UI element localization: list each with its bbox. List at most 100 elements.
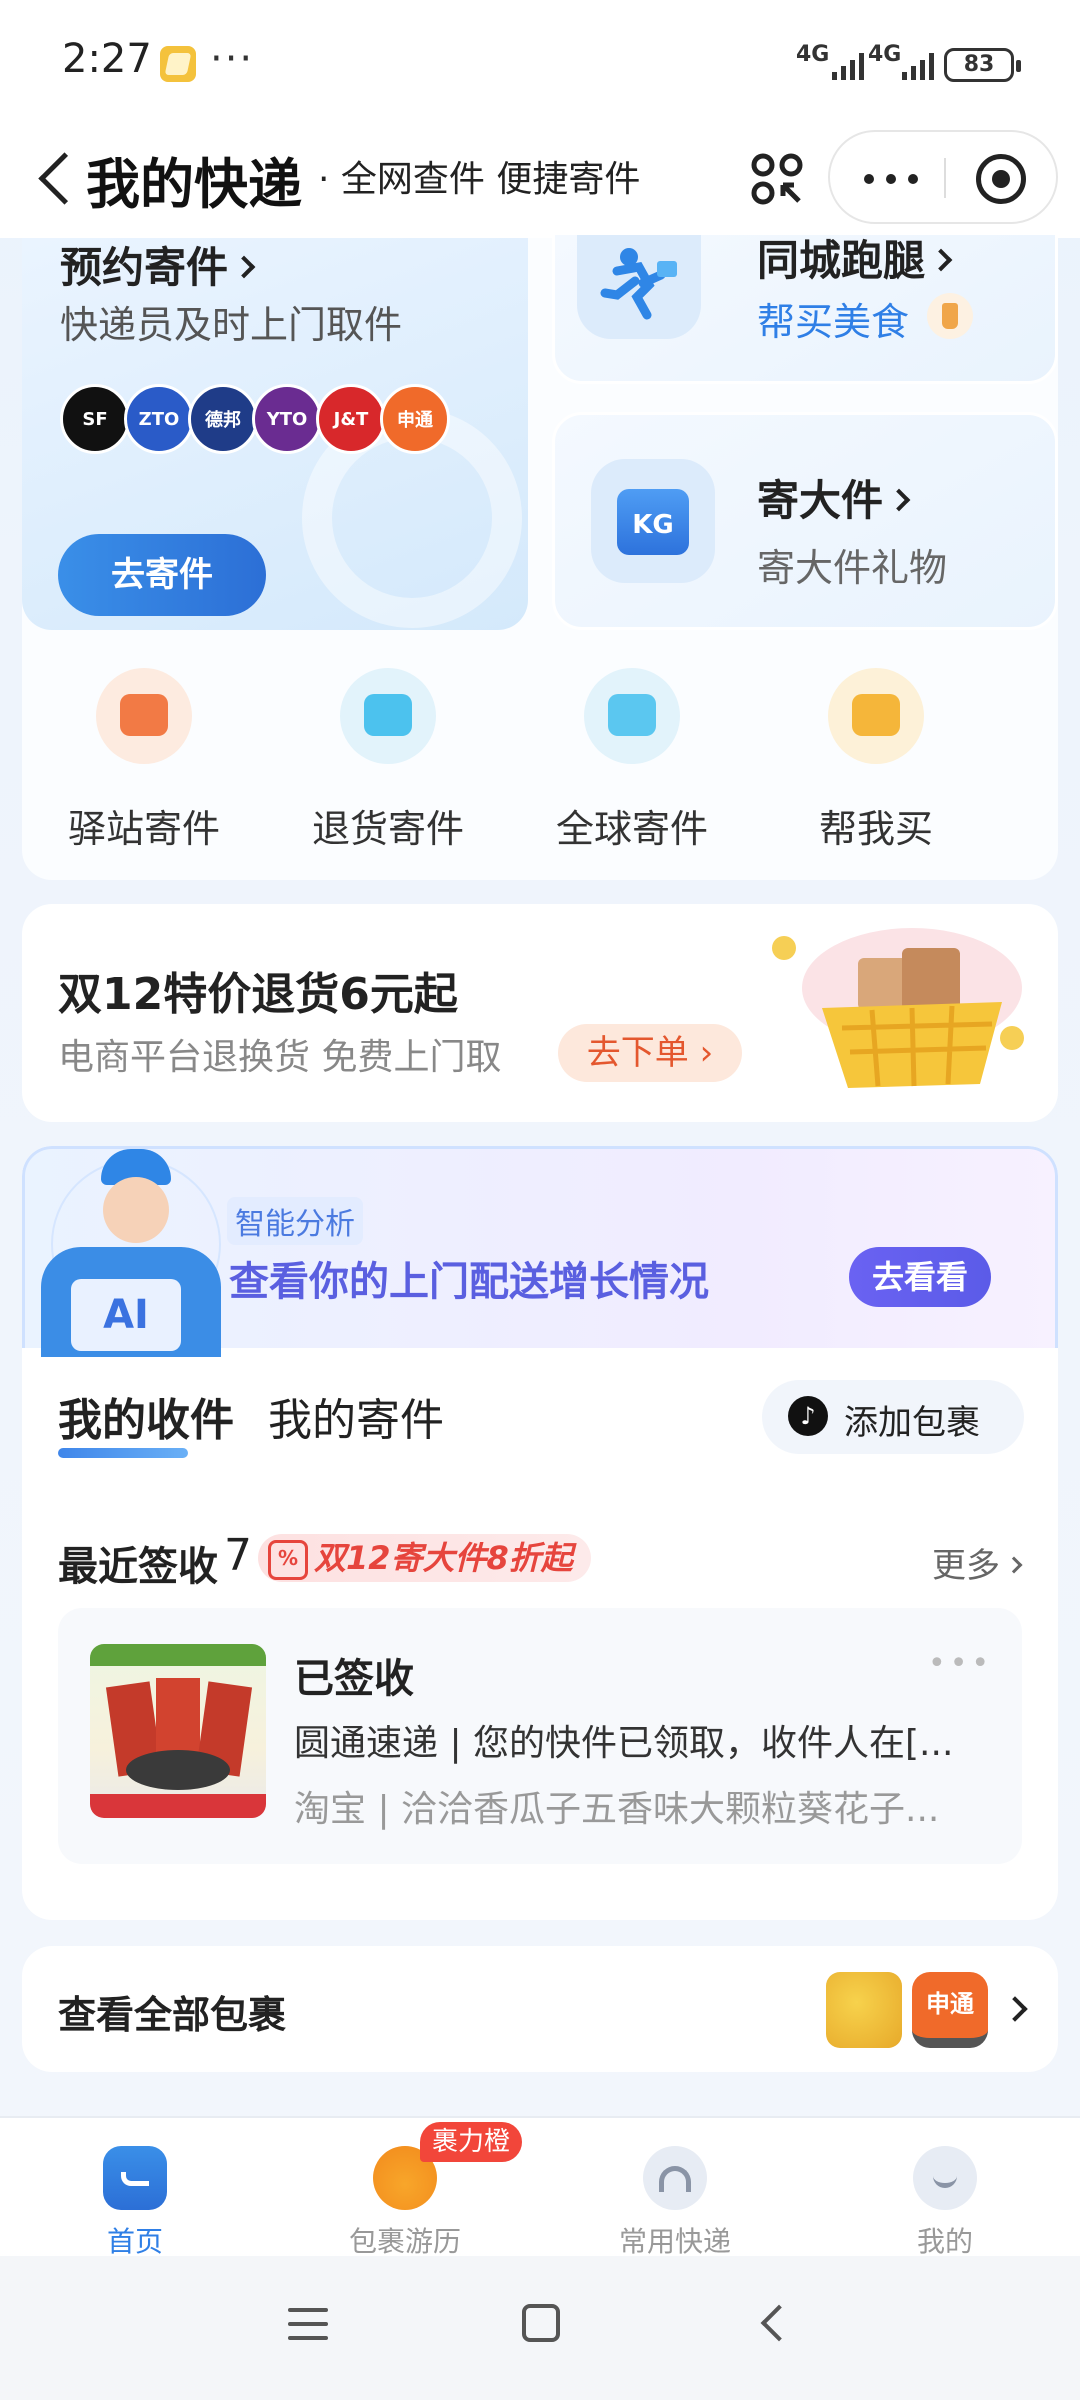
large-item-subtitle: 寄大件礼物 [757,546,948,590]
miniapp-capsule [828,130,1058,224]
chevron-right-icon [929,248,953,271]
product-thumbnail [90,1644,266,1818]
battery-icon: 83 [944,48,1021,82]
order-now-button[interactable]: 去下单 › [558,1024,742,1082]
city-runner-subtitle: 帮买美食 [757,300,910,344]
station-icon [96,668,192,764]
quick-help-buy[interactable]: 帮我买 [754,668,998,851]
signal-4g-label: 4G [796,42,830,67]
go-send-button[interactable]: 去寄件 [58,534,266,616]
scan-button[interactable] [728,134,826,224]
shopping-bag-icon [828,668,924,764]
kg-box-icon: KG [591,459,715,583]
parcel-item[interactable]: 已签收 ••• 圆通速递 | 您的快件已领取，收件人在[... 淘宝 | 洽洽香… [58,1608,1022,1864]
carrier-logo-sf: SF [60,384,130,454]
large-item-card[interactable]: KG 寄大件 寄大件礼物 [552,412,1058,630]
carrier-logo-jt: J&T [316,384,386,454]
carrier-logo-zto: ZTO [124,384,194,454]
sto-carrier-logo: 申通 [912,1972,988,2048]
signal-4g-label-2: 4G [868,42,902,67]
parcel-tracking-text: 圆通速递 | 您的快件已领取，收件人在[... [294,1723,954,1764]
carrier-logo-yto: YTO [252,384,322,454]
home-button[interactable] [522,2304,560,2342]
active-tab-indicator [58,1448,188,1458]
notification-app-icon [160,46,196,82]
book-pickup-card[interactable]: 预约寄件 快递员及时上门取件 SF ZTO 德邦 YTO J&T 申通 去寄件 [22,238,528,630]
carrier-logo-sto: 申通 [380,384,450,454]
ai-analysis-banner[interactable]: AI 智能分析 查看你的上门配送增长情况 去看看 [22,1146,1058,1357]
promo-title: 双12特价退货6元起 [58,969,458,1020]
carrier-logo-debang: 德邦 [188,384,258,454]
bottom-tab-bar: 首页 裹力橙 包裹游历 常用快递 我的 [0,2116,1080,2258]
tab-my-sent[interactable]: 我的寄件 [268,1384,444,1448]
close-miniapp-button[interactable] [976,154,1026,204]
city-runner-card[interactable]: 同城跑腿 帮买美食 [552,232,1058,384]
city-runner-title: 同城跑腿 [757,227,953,288]
signal-bars-icon-2 [902,52,934,80]
large-item-title: 寄大件 [757,467,911,528]
quick-label: 全球寄件 [555,807,708,851]
tab-label: 首页 [106,2225,163,2258]
parcels-section: AI 智能分析 查看你的上门配送增长情况 去看看 我的收件 我的寄件 ♪ 添加包… [22,1146,1058,1920]
quick-station-send[interactable]: 驿站寄件 [22,668,266,851]
tab-label: 我的 [916,2225,973,2258]
add-parcel-button[interactable]: ♪ 添加包裹 [762,1380,1024,1454]
status-bar: 2:27 ··· 4G 4G 83 [0,0,1080,120]
drink-cup-icon [927,293,973,339]
tab-badge: 裹力橙 [420,2122,523,2162]
quick-label: 帮我买 [818,807,933,851]
more-menu-button[interactable] [864,156,944,200]
global-plane-icon [584,668,680,764]
quick-global-send[interactable]: 全球寄件 [510,668,754,851]
system-nav-bar [0,2256,1080,2400]
tab-home[interactable]: 首页 [0,2118,270,2258]
parcel-product-text: 淘宝 | 洽洽香瓜子五香味大颗粒葵花子... [294,1789,940,1830]
tab-label: 常用快递 [618,2225,731,2258]
home-icon [103,2146,167,2210]
quick-label: 驿站寄件 [67,807,220,851]
courier-icon [643,2146,707,2210]
chevron-right-icon [232,255,256,278]
system-back-button[interactable] [760,2304,798,2342]
ai-tag: 智能分析 [227,1197,363,1245]
chevron-right-icon [887,488,911,511]
promo-subtitle: 电商平台退换货 免费上门取 [58,1037,502,1078]
book-pickup-subtitle: 快递员及时上门取件 [60,303,403,347]
book-pickup-title: 预约寄件 [60,238,256,295]
ai-courier-avatar: AI [31,1149,221,1357]
orange-product-thumb [826,1972,902,2048]
chevron-right-icon [1005,1556,1023,1573]
page-title: 我的快递 [86,153,302,216]
page-subtitle: · 全网查件 便捷寄件 [318,159,641,200]
recent-signed-count: 7 [224,1530,252,1581]
tab-parcel-journey[interactable]: 裹力橙 包裹游历 [270,2118,540,2258]
parcel-more-icon[interactable]: ••• [928,1646,993,1681]
quick-label: 退货寄件 [311,807,464,851]
quick-services: 驿站寄件 退货寄件 全球寄件 帮我买 [22,668,1058,851]
more-link[interactable]: 更多 [932,1538,1023,1587]
profile-icon [913,2146,977,2210]
quick-return-send[interactable]: 退货寄件 [266,668,510,851]
tab-mine[interactable]: 我的 [810,2118,1080,2258]
chevron-right-icon [1002,1996,1028,2022]
status-time: 2:27 [62,36,152,82]
ai-title: 查看你的上门配送增长情况 [229,1259,709,1305]
view-analysis-button[interactable]: 去看看 [849,1247,991,1307]
return-icon [340,668,436,764]
tab-my-received[interactable]: 我的收件 [58,1384,234,1448]
parcel-status: 已签收 [294,1656,414,1702]
return-promo-card[interactable]: 双12特价退货6元起 电商平台退换货 免费上门取 去下单 › [22,904,1058,1122]
promo-badge[interactable]: 双12寄大件8折起 [258,1534,591,1582]
tab-label: 包裹游历 [348,2225,461,2258]
view-all-label: 查看全部包裹 [58,1993,287,2037]
runner-icon [577,235,701,339]
tiktok-icon: ♪ [788,1396,828,1436]
carrier-logos: SF ZTO 德邦 YTO J&T 申通 [60,384,450,454]
scan-icon [751,153,803,205]
shopping-basket-icon [772,928,1024,1088]
tab-common-express[interactable]: 常用快递 [540,2118,810,2258]
signal-bars-icon [832,52,864,80]
recent-apps-button[interactable] [288,2306,328,2342]
back-button[interactable] [30,146,80,212]
view-all-parcels[interactable]: 查看全部包裹 申通 [22,1946,1058,2072]
